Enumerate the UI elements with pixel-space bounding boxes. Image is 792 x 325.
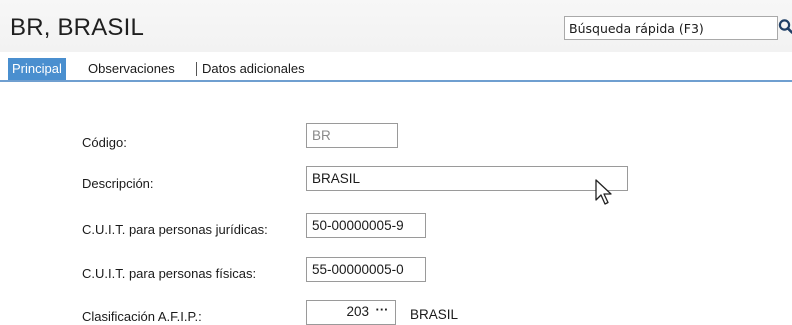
tab-bar: Principal Observaciones Datos adicionale… (0, 58, 792, 80)
tab-principal[interactable]: Principal (8, 58, 66, 80)
codigo-field-box (306, 123, 398, 148)
cuit-juridicas-label: C.U.I.T. para personas jurídicas: (82, 222, 268, 237)
mouse-pointer-icon (595, 179, 612, 205)
cuit-juridicas-field[interactable] (312, 216, 422, 235)
cuit-fisicas-field[interactable] (312, 260, 422, 279)
afip-lookup-button[interactable]: ··· (371, 301, 393, 323)
codigo-field (312, 126, 392, 145)
tab-underline (0, 80, 792, 82)
cuit-fisicas-label: C.U.I.T. para personas físicas: (82, 266, 257, 281)
cuit-juridicas-field-box[interactable] (306, 213, 426, 238)
quick-search[interactable] (564, 16, 778, 40)
search-icon (778, 19, 792, 34)
tab-datos-adicionales[interactable]: Datos adicionales (198, 58, 309, 80)
tab-separator (196, 62, 197, 76)
tab-observaciones[interactable]: Observaciones (84, 58, 179, 80)
page-title: BR, BRASIL (10, 14, 145, 41)
cuit-fisicas-field-box[interactable] (306, 257, 426, 282)
afip-label: Clasificación A.F.I.P.: (82, 309, 202, 324)
afip-description: BRASIL (410, 307, 459, 322)
search-button[interactable] (778, 16, 792, 40)
descripcion-field-box[interactable] (306, 166, 628, 191)
afip-code-field[interactable]: 203 ··· (306, 300, 396, 325)
codigo-label: Código: (82, 135, 127, 150)
search-input[interactable] (569, 19, 739, 37)
descripcion-label: Descripción: (82, 176, 154, 191)
descripcion-field[interactable] (312, 169, 622, 188)
afip-code: 203 (346, 304, 369, 319)
